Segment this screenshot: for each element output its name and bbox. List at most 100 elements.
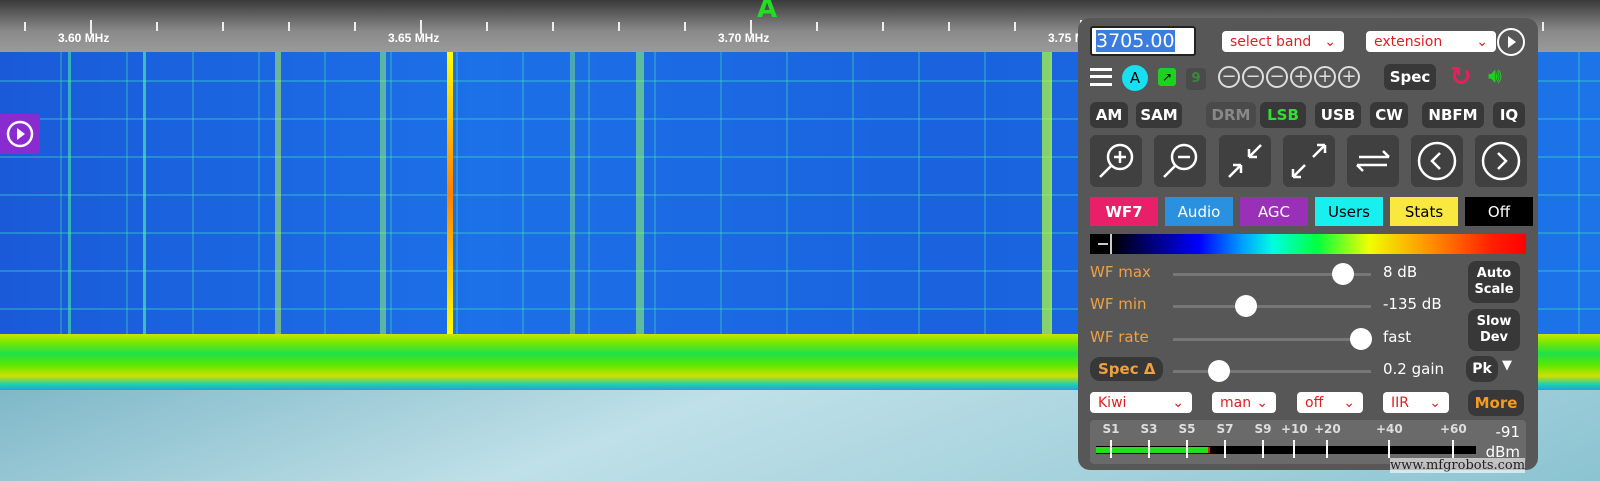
scale-tick xyxy=(1542,22,1544,31)
s-meter-label: +20 xyxy=(1314,422,1341,436)
scale-tick xyxy=(354,22,356,31)
magnifier-minus-icon xyxy=(1163,143,1198,178)
mode-button-lsb[interactable]: LSB xyxy=(1260,102,1306,128)
step-left-button[interactable] xyxy=(1411,135,1463,187)
slider-knob[interactable] xyxy=(1350,328,1373,350)
more-button[interactable]: More xyxy=(1468,390,1524,416)
band-select-label: select band xyxy=(1230,33,1312,50)
signal-trace xyxy=(447,52,453,334)
mode-button-cw[interactable]: CW xyxy=(1370,102,1408,128)
slow-dev-button[interactable]: Slow Dev xyxy=(1468,309,1520,351)
slider-wf-rate[interactable] xyxy=(1173,328,1373,350)
reload-icon[interactable]: ↻ xyxy=(1450,62,1472,92)
s-meter-label: S3 xyxy=(1140,422,1158,436)
zoom-in-button[interactable] xyxy=(1090,135,1142,187)
s-meter-tick xyxy=(1326,440,1328,458)
chevron-down-icon: ⌄ xyxy=(1343,394,1355,411)
chevron-down-icon: ⌄ xyxy=(1324,33,1336,50)
tab-users[interactable]: Users xyxy=(1315,197,1383,226)
passband-marker[interactable]: A xyxy=(757,0,777,22)
slider-spec-[interactable] xyxy=(1173,360,1371,382)
select-label: off xyxy=(1305,394,1324,411)
collapse-button[interactable] xyxy=(1219,135,1271,187)
user-badge[interactable]: A xyxy=(1122,65,1148,91)
slider-knob[interactable] xyxy=(1332,263,1355,285)
s-meter-label: S9 xyxy=(1254,422,1272,436)
magnifier-plus-icon xyxy=(1099,143,1134,178)
mode-button-sam[interactable]: SAM xyxy=(1136,102,1182,128)
slider-knob[interactable] xyxy=(1235,295,1258,317)
signal-trace xyxy=(570,52,575,334)
menu-icon[interactable] xyxy=(1090,68,1112,86)
tab-agc[interactable]: AGC xyxy=(1240,197,1308,226)
scale-tick xyxy=(552,22,554,31)
expand-arrows-icon xyxy=(1291,143,1327,179)
mode-profile-select[interactable]: Kiwi ⌄ xyxy=(1090,392,1192,413)
slider-value: fast xyxy=(1383,328,1412,346)
play-icon[interactable] xyxy=(1496,27,1526,57)
expand-button[interactable] xyxy=(1283,135,1335,187)
chevron-down-icon: ⌄ xyxy=(1256,394,1268,411)
triangle-down-icon[interactable]: ▼ xyxy=(1502,358,1512,373)
play-icon xyxy=(6,120,34,148)
mode-button-iq[interactable]: IQ xyxy=(1493,102,1525,128)
signal-trace xyxy=(143,52,146,334)
scale-tick xyxy=(684,22,686,31)
select-label: IIR xyxy=(1391,394,1409,411)
tab-stats[interactable]: Stats xyxy=(1390,197,1458,226)
spec-button[interactable]: Spec xyxy=(1384,64,1436,90)
s-meter-track xyxy=(1096,446,1476,454)
slider-value: 0.2 gain xyxy=(1383,360,1445,378)
tab-wf7[interactable]: WF7 xyxy=(1090,197,1158,226)
frequency-value: 3705.00 xyxy=(1096,30,1175,52)
squelch-select[interactable]: off ⌄ xyxy=(1297,392,1363,413)
signal-trace xyxy=(1042,52,1052,334)
filter-select[interactable]: IIR ⌄ xyxy=(1383,392,1449,413)
swap-button[interactable] xyxy=(1347,135,1399,187)
agc-select[interactable]: man ⌄ xyxy=(1212,392,1276,413)
tab-audio[interactable]: Audio xyxy=(1165,197,1233,226)
zoom-in-icon[interactable]: + xyxy=(1314,66,1336,88)
scale-tick xyxy=(948,22,950,31)
s-meter-tick xyxy=(1293,440,1295,458)
external-link-icon[interactable]: ↗ xyxy=(1158,68,1176,86)
speaker-icon[interactable]: 🔊︎ xyxy=(1488,64,1502,89)
chevron-down-icon: ⌄ xyxy=(1172,394,1184,411)
chevron-down-icon: ⌄ xyxy=(1476,33,1488,50)
scale-tick xyxy=(1014,22,1016,31)
band-select[interactable]: select band ⌄ xyxy=(1222,31,1344,52)
signal-trace xyxy=(380,52,386,334)
s-meter-readout: -91 dBm xyxy=(1486,422,1520,462)
frequency-label: 3.65 MHz xyxy=(388,31,440,45)
extension-select[interactable]: extension ⌄ xyxy=(1366,31,1496,52)
chevron-down-icon: ⌄ xyxy=(1429,394,1441,411)
scale-tick xyxy=(222,22,224,31)
zoom-out-small-icon[interactable]: − xyxy=(1266,66,1288,88)
zoom-in-small-icon[interactable]: + xyxy=(1290,66,1312,88)
chevron-right-circle-icon xyxy=(1481,141,1521,181)
zoom-step-buttons: − − − + + + xyxy=(1218,66,1362,88)
play-side-button[interactable] xyxy=(0,114,40,154)
auto-scale-button[interactable]: Auto Scale xyxy=(1468,261,1520,303)
pk-button[interactable]: Pk xyxy=(1466,356,1498,382)
s-meter-label: +40 xyxy=(1376,422,1403,436)
slider-knob[interactable] xyxy=(1207,360,1230,382)
mode-button-drm[interactable]: DRM xyxy=(1206,102,1256,128)
zoom-out-icon[interactable]: − xyxy=(1242,66,1264,88)
mode-button-nbfm[interactable]: NBFM xyxy=(1422,102,1484,128)
mode-button-usb[interactable]: USB xyxy=(1315,102,1361,128)
chevron-left-circle-icon xyxy=(1417,141,1457,181)
slider-wf-max[interactable] xyxy=(1173,263,1371,285)
tab-off[interactable]: Off xyxy=(1465,197,1533,226)
signal-trace xyxy=(68,52,71,334)
slider-wf-min[interactable] xyxy=(1173,295,1371,317)
signal-trace xyxy=(636,52,644,334)
frequency-input[interactable]: 3705.00 xyxy=(1090,26,1196,56)
step-right-button[interactable] xyxy=(1475,135,1527,187)
colormap-bar[interactable] xyxy=(1090,234,1526,254)
zoom-out-max-icon[interactable]: − xyxy=(1218,66,1240,88)
zoom-in-max-icon[interactable]: + xyxy=(1338,66,1360,88)
zoom-out-button[interactable] xyxy=(1154,135,1206,187)
mode-button-am[interactable]: AM xyxy=(1090,102,1128,128)
spec-delta-button[interactable]: Spec Δ xyxy=(1090,357,1164,381)
